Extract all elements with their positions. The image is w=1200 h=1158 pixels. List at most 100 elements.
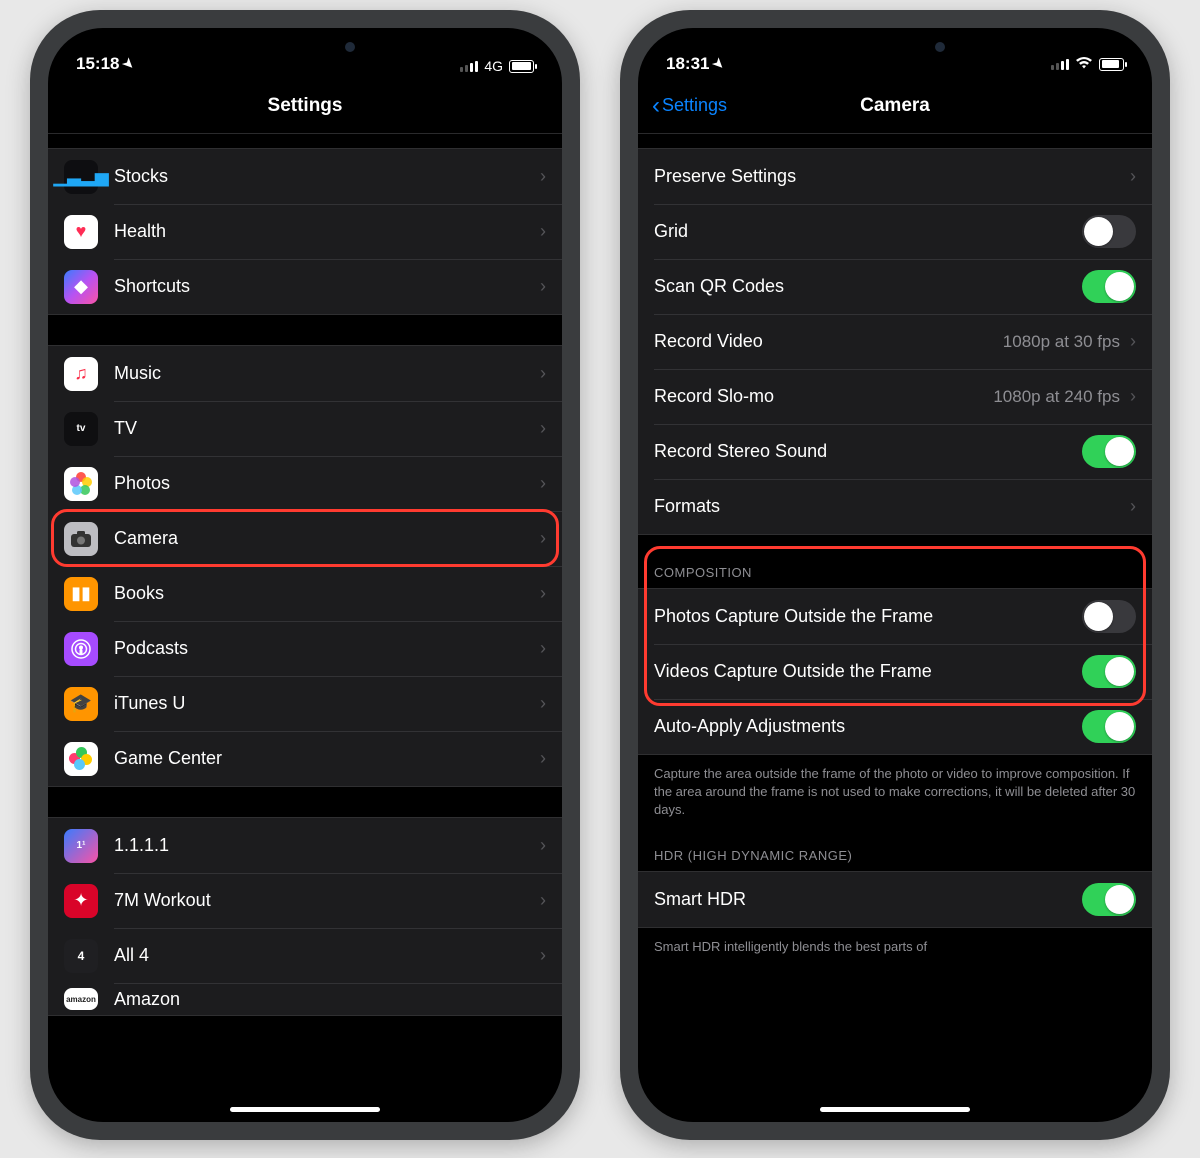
toggle-auto-apply[interactable] xyxy=(1082,710,1136,743)
chevron-icon: › xyxy=(540,528,546,549)
row-label: All 4 xyxy=(114,945,540,966)
row-7mworkout[interactable]: ✦ 7M Workout › xyxy=(48,873,562,928)
tv-icon: tv xyxy=(64,412,98,446)
chevron-icon: › xyxy=(540,276,546,297)
row-itunesu[interactable]: 🎓 iTunes U › xyxy=(48,676,562,731)
row-music[interactable]: ♫ Music › xyxy=(48,346,562,401)
row-label: Books xyxy=(114,583,540,604)
row-label: Music xyxy=(114,363,540,384)
stocks-icon: ▁▃▂▅ xyxy=(64,160,98,194)
status-time: 15:18 xyxy=(76,54,119,74)
health-icon: ♥ xyxy=(64,215,98,249)
row-podcasts[interactable]: Podcasts › xyxy=(48,621,562,676)
row-videos-outside-frame[interactable]: Videos Capture Outside the Frame xyxy=(638,644,1152,699)
row-label: Record Video xyxy=(654,331,1003,352)
toggle-grid[interactable] xyxy=(1082,215,1136,248)
toggle-stereo[interactable] xyxy=(1082,435,1136,468)
section-header-hdr: HDR (HIGH DYNAMIC RANGE) xyxy=(638,824,1152,871)
row-books[interactable]: ▮▮ Books › xyxy=(48,566,562,621)
toggle-smart-hdr[interactable] xyxy=(1082,883,1136,916)
page-title: Settings xyxy=(48,95,562,117)
chevron-icon: › xyxy=(540,363,546,384)
row-formats[interactable]: Formats › xyxy=(638,479,1152,534)
row-detail: 1080p at 30 fps xyxy=(1003,332,1120,352)
row-stocks[interactable]: ▁▃▂▅ Stocks › xyxy=(48,149,562,204)
section-footer-hdr: Smart HDR intelligently blends the best … xyxy=(638,928,1152,960)
toggle-videos-outside[interactable] xyxy=(1082,655,1136,688)
row-photos-outside-frame[interactable]: Photos Capture Outside the Frame xyxy=(638,589,1152,644)
chevron-icon: › xyxy=(540,748,546,769)
row-label: Videos Capture Outside the Frame xyxy=(654,661,1082,682)
row-1111[interactable]: 1¹ 1.1.1.1 › xyxy=(48,818,562,873)
row-photos[interactable]: Photos › xyxy=(48,456,562,511)
row-grid[interactable]: Grid xyxy=(638,204,1152,259)
home-indicator[interactable] xyxy=(820,1107,970,1112)
notch xyxy=(790,28,1000,62)
row-scan-qr[interactable]: Scan QR Codes xyxy=(638,259,1152,314)
row-smart-hdr[interactable]: Smart HDR xyxy=(638,872,1152,927)
camera-settings[interactable]: Preserve Settings › Grid Scan QR Codes R… xyxy=(638,134,1152,1122)
row-camera[interactable]: Camera › xyxy=(48,511,562,566)
phone-right: 18:31 ➤ ‹ Settings Camera xyxy=(620,10,1170,1140)
location-icon: ➤ xyxy=(119,54,138,73)
row-record-slomo[interactable]: Record Slo-mo 1080p at 240 fps › xyxy=(638,369,1152,424)
section-footer-composition: Capture the area outside the frame of th… xyxy=(638,755,1152,824)
music-icon: ♫ xyxy=(64,357,98,391)
row-label: Scan QR Codes xyxy=(654,276,1082,297)
chevron-icon: › xyxy=(540,166,546,187)
chevron-icon: › xyxy=(540,945,546,966)
chevron-icon: › xyxy=(540,221,546,242)
navbar: Settings xyxy=(48,78,562,134)
screen-left: 15:18 ➤ 4G Settings ▁▃▂▅ Stocks › xyxy=(48,28,562,1122)
row-label: TV xyxy=(114,418,540,439)
chevron-icon: › xyxy=(540,638,546,659)
back-button[interactable]: ‹ Settings xyxy=(652,92,727,120)
row-stereo-sound[interactable]: Record Stereo Sound xyxy=(638,424,1152,479)
navbar: ‹ Settings Camera xyxy=(638,78,1152,134)
7m-icon: ✦ xyxy=(64,884,98,918)
chevron-icon: › xyxy=(1130,496,1136,517)
screen-right: 18:31 ➤ ‹ Settings Camera xyxy=(638,28,1152,1122)
chevron-icon: › xyxy=(540,693,546,714)
chevron-icon: › xyxy=(540,835,546,856)
toggle-scan-qr[interactable] xyxy=(1082,270,1136,303)
row-auto-apply[interactable]: Auto-Apply Adjustments xyxy=(638,699,1152,754)
books-icon: ▮▮ xyxy=(64,577,98,611)
chevron-icon: › xyxy=(540,418,546,439)
chevron-icon: › xyxy=(540,583,546,604)
1111-icon: 1¹ xyxy=(64,829,98,863)
row-shortcuts[interactable]: ◆ Shortcuts › xyxy=(48,259,562,314)
row-preserve-settings[interactable]: Preserve Settings › xyxy=(638,149,1152,204)
phone-left: 15:18 ➤ 4G Settings ▁▃▂▅ Stocks › xyxy=(30,10,580,1140)
chevron-icon: › xyxy=(1130,166,1136,187)
row-label: Record Stereo Sound xyxy=(654,441,1082,462)
row-label: Camera xyxy=(114,528,540,549)
chevron-icon: › xyxy=(1130,331,1136,352)
row-all4[interactable]: 4 All 4 › xyxy=(48,928,562,983)
row-detail: 1080p at 240 fps xyxy=(993,387,1120,407)
row-amazon[interactable]: amazon Amazon xyxy=(48,983,562,1015)
row-label: 1.1.1.1 xyxy=(114,835,540,856)
row-tv[interactable]: tv TV › xyxy=(48,401,562,456)
settings-list[interactable]: ▁▃▂▅ Stocks › ♥ Health › ◆ Shortcuts › xyxy=(48,134,562,1122)
row-label: Grid xyxy=(654,221,1082,242)
section-header-composition: COMPOSITION xyxy=(638,535,1152,588)
all4-icon: 4 xyxy=(64,939,98,973)
battery-icon xyxy=(509,60,534,73)
row-record-video[interactable]: Record Video 1080p at 30 fps › xyxy=(638,314,1152,369)
battery-icon xyxy=(1099,58,1124,71)
home-indicator[interactable] xyxy=(230,1107,380,1112)
row-label: Stocks xyxy=(114,166,540,187)
camera-icon xyxy=(64,522,98,556)
row-label: Photos Capture Outside the Frame xyxy=(654,606,1082,627)
shortcuts-icon: ◆ xyxy=(64,270,98,304)
row-label: Health xyxy=(114,221,540,242)
row-health[interactable]: ♥ Health › xyxy=(48,204,562,259)
amazon-icon: amazon xyxy=(64,988,98,1010)
chevron-icon: › xyxy=(540,473,546,494)
row-label: Auto-Apply Adjustments xyxy=(654,716,1082,737)
gamecenter-icon xyxy=(64,742,98,776)
toggle-photos-outside[interactable] xyxy=(1082,600,1136,633)
row-label: Shortcuts xyxy=(114,276,540,297)
row-gamecenter[interactable]: Game Center › xyxy=(48,731,562,786)
